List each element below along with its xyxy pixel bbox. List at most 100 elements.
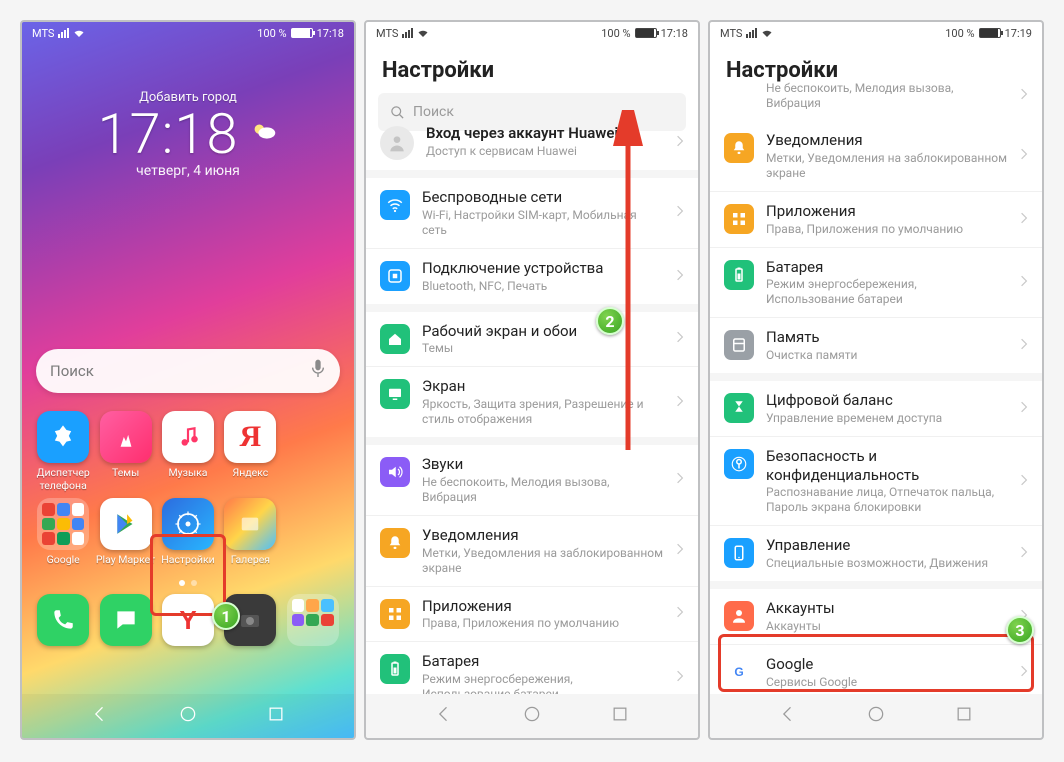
settings-item-apps[interactable]: ПриложенияПрава, Приложения по умолчанию <box>366 586 698 642</box>
app-google-folder[interactable]: Google <box>32 498 94 566</box>
navbar <box>22 694 354 738</box>
navbar <box>366 694 698 738</box>
nav-back-icon[interactable] <box>434 704 454 728</box>
chevron-right-icon <box>1020 273 1028 292</box>
battery-text: 100 % <box>945 27 974 40</box>
battery-icon <box>291 28 313 38</box>
chevron-right-icon <box>1020 146 1028 165</box>
apps-icon <box>724 204 754 234</box>
settings-item-lock[interactable]: Безопасность и конфиденциальностьРаспозн… <box>710 436 1042 526</box>
nav-recents-icon[interactable] <box>266 704 286 728</box>
settings-item-link[interactable]: Подключение устройстваBluetooth, NFC, Пе… <box>366 248 698 304</box>
nav-back-icon[interactable] <box>90 704 110 728</box>
settings-item-user[interactable]: АккаунтыАккаунты <box>710 589 1042 644</box>
battery-icon <box>979 28 1001 38</box>
wifi-icon <box>73 28 85 38</box>
nav-back-icon[interactable] <box>778 704 798 728</box>
svg-text:G: G <box>734 665 743 679</box>
add-city-label[interactable]: Добавить город <box>22 90 354 105</box>
link-icon <box>380 261 410 291</box>
chevron-right-icon <box>676 470 684 489</box>
app-yandex[interactable]: Я Яндекс <box>219 411 281 492</box>
chevron-right-icon <box>676 393 684 412</box>
settings-item-google[interactable]: G GoogleСервисы Google <box>710 644 1042 694</box>
settings-item-display[interactable]: ЭкранЯркость, Защита зрения, Разрешение … <box>366 366 698 437</box>
app-play-market[interactable]: Play Маркет <box>94 498 156 566</box>
clock-widget[interactable]: 17:18 <box>97 101 238 167</box>
settings-item-partial[interactable]: Не беспокоить, Мелодия вызова, Вибрация <box>710 76 1042 121</box>
search-pill[interactable]: Поиск <box>36 349 340 393</box>
dock-yandex-browser[interactable]: Y <box>157 594 219 646</box>
statusbar: MTS 100 % 17:19 <box>710 22 1042 44</box>
mic-icon[interactable] <box>310 358 326 384</box>
settings-item-storage[interactable]: ПамятьОчистка памяти <box>710 317 1042 373</box>
settings-list[interactable]: Не беспокоить, Мелодия вызова, Вибрация … <box>710 76 1042 694</box>
settings-item-battery[interactable]: БатареяРежим энергосбережения, Использов… <box>366 641 698 694</box>
chevron-right-icon <box>1020 210 1028 229</box>
settings-item-bell[interactable]: УведомленияМетки, Уведомления на заблоки… <box>710 121 1042 191</box>
battery-icon <box>724 260 754 290</box>
folder-icon <box>37 498 89 550</box>
settings-item-sound[interactable]: ЗвукиНе беспокоить, Мелодия вызова, Вибр… <box>366 445 698 515</box>
chevron-right-icon <box>676 203 684 222</box>
settings-item-wifi[interactable]: Беспроводные сетиWi-Fi, Настройки SIM-ка… <box>366 178 698 248</box>
phone-home: MTS 100 % 17:18 Добавить город 17:18 чет… <box>20 20 356 740</box>
chevron-right-icon <box>1020 399 1028 418</box>
step-marker-3: 3 <box>1006 616 1034 644</box>
google-icon: G <box>724 657 754 687</box>
status-time: 17:18 <box>317 27 344 40</box>
signal-icon <box>402 28 413 38</box>
settings-item-smart[interactable]: УправлениеСпециальные возможности, Движе… <box>710 525 1042 581</box>
page-indicator <box>22 580 354 586</box>
app-music[interactable]: Музыка <box>157 411 219 492</box>
chevron-right-icon <box>676 668 684 687</box>
weather-icon[interactable] <box>249 117 279 151</box>
chevron-right-icon <box>676 329 684 348</box>
dock-phone[interactable] <box>32 594 94 646</box>
status-time: 17:18 <box>661 27 688 40</box>
settings-item-apps[interactable]: ПриложенияПрава, Приложения по умолчанию <box>710 191 1042 247</box>
user-icon <box>724 601 754 631</box>
app-gallery[interactable]: Галерея <box>219 498 281 566</box>
apps-icon <box>380 599 410 629</box>
signal-icon <box>58 28 69 38</box>
sound-icon <box>380 457 410 487</box>
nav-home-icon[interactable] <box>866 704 886 728</box>
settings-item-home[interactable]: Рабочий экран и обоиТемы <box>366 312 698 367</box>
page-title: Настройки <box>366 44 698 93</box>
settings-item-hourglass[interactable]: Цифровой балансУправление временем досту… <box>710 381 1042 436</box>
wifi-icon <box>417 28 429 38</box>
storage-icon <box>724 330 754 360</box>
dock-messages[interactable] <box>94 594 156 646</box>
carrier-label: MTS <box>720 27 742 40</box>
nav-recents-icon[interactable] <box>610 704 630 728</box>
battery-icon <box>380 654 410 684</box>
nav-home-icon[interactable] <box>178 704 198 728</box>
statusbar: MTS 100 % 17:18 <box>22 22 354 44</box>
app-themes[interactable]: Темы <box>94 411 156 492</box>
carrier-label: MTS <box>376 27 398 40</box>
folder-icon <box>287 594 339 646</box>
settings-list[interactable]: Вход через аккаунт HuaweiДоступ к сервис… <box>366 114 698 694</box>
chevron-right-icon <box>1020 336 1028 355</box>
app-settings[interactable]: Настройки <box>157 498 219 566</box>
bell-icon <box>724 133 754 163</box>
settings-item-battery[interactable]: БатареяРежим энергосбережения, Использов… <box>710 247 1042 318</box>
nav-recents-icon[interactable] <box>954 704 974 728</box>
battery-icon <box>635 28 657 38</box>
chevron-right-icon <box>676 541 684 560</box>
dock-folder[interactable] <box>282 594 344 646</box>
bell-icon <box>380 528 410 558</box>
avatar-icon <box>380 126 414 160</box>
battery-text: 100 % <box>257 27 286 40</box>
app-dispatcher[interactable]: Диспетчер телефона <box>32 411 94 492</box>
statusbar: MTS 100 % 17:18 <box>366 22 698 44</box>
home-icon <box>380 324 410 354</box>
nav-home-icon[interactable] <box>522 704 542 728</box>
chevron-right-icon <box>1020 472 1028 491</box>
settings-item-huawei-account[interactable]: Вход через аккаунт HuaweiДоступ к сервис… <box>366 114 698 170</box>
phone-settings-top: MTS 100 % 17:18 Настройки Поиск Вход чер… <box>364 20 700 740</box>
settings-item-bell[interactable]: УведомленияМетки, Уведомления на заблоки… <box>366 515 698 586</box>
chevron-right-icon <box>1020 86 1028 105</box>
navbar <box>710 694 1042 738</box>
